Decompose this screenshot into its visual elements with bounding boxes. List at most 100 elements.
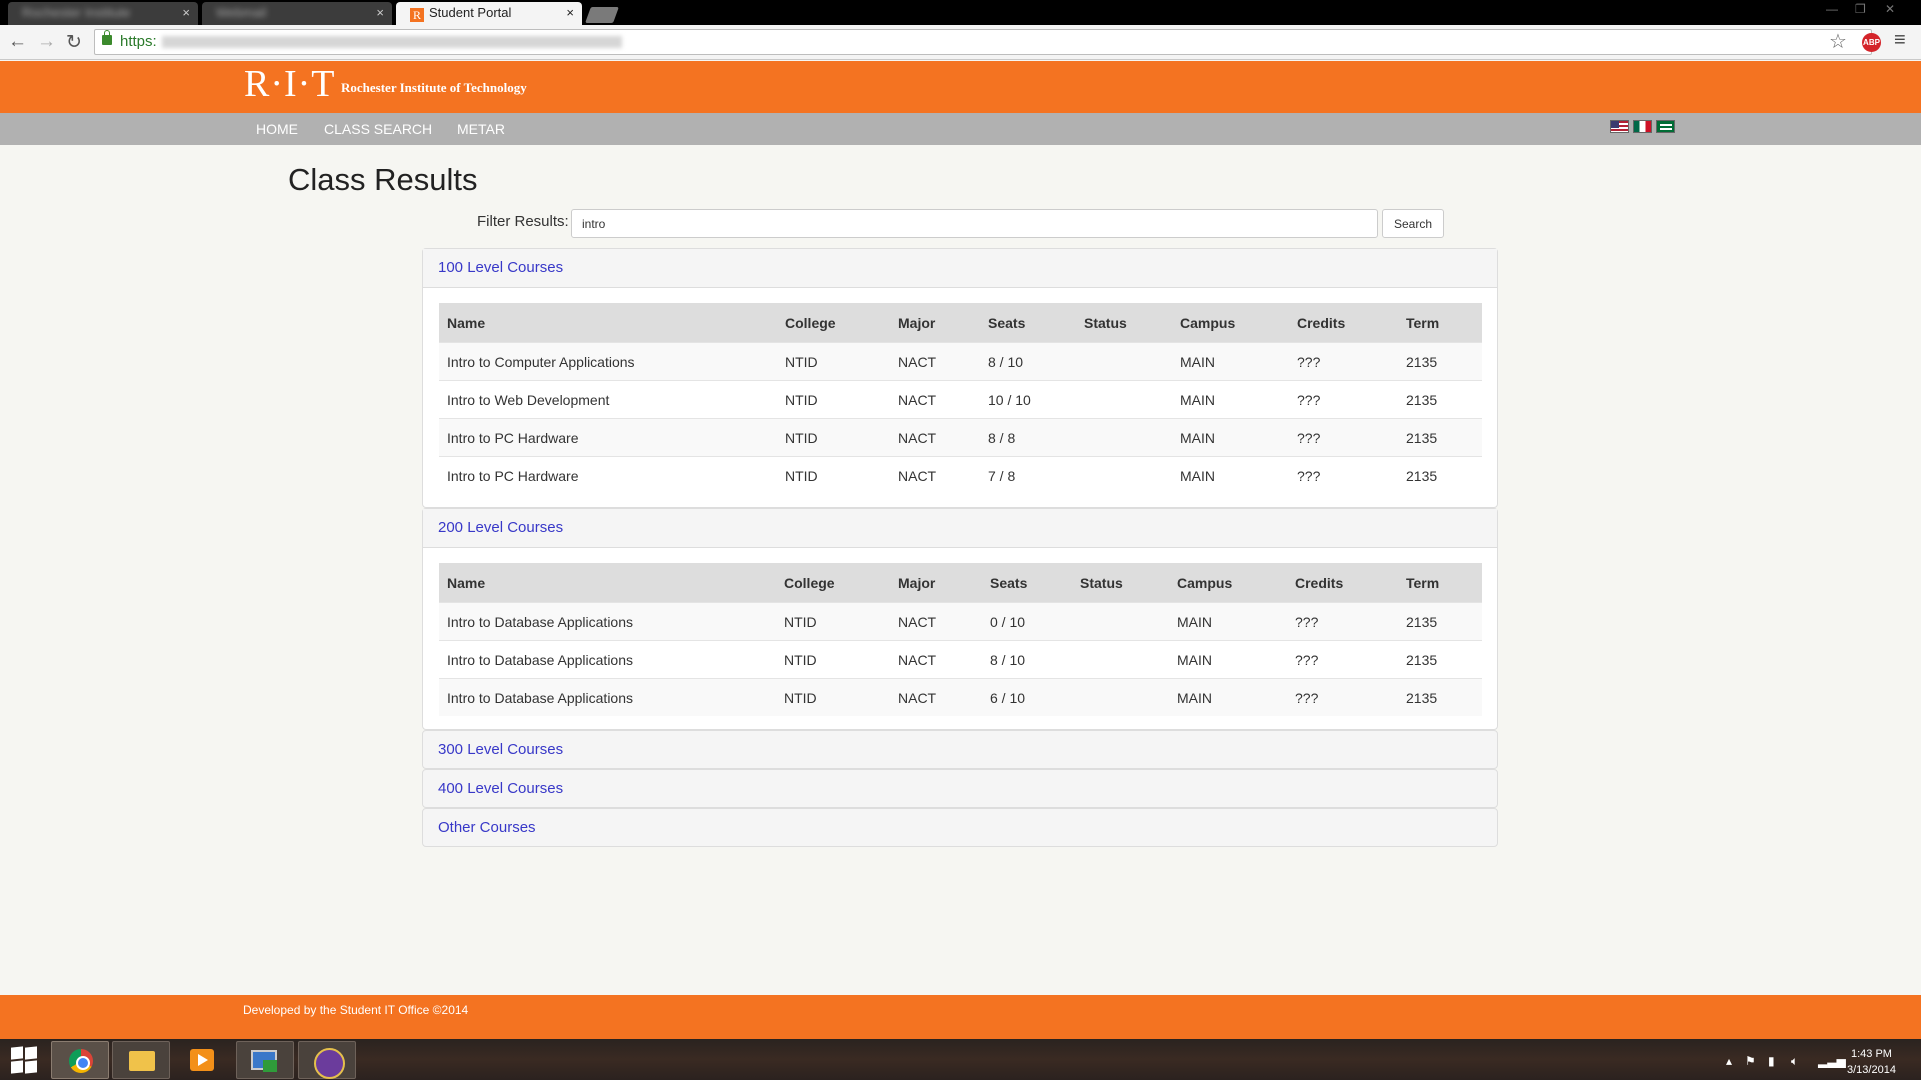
cell-term: 2135 xyxy=(1398,602,1482,641)
col-campus[interactable]: Campus xyxy=(1172,303,1289,343)
cell-college: NTID xyxy=(776,678,890,716)
search-button[interactable]: Search xyxy=(1382,209,1444,238)
section-other-courses-link[interactable]: Other Courses xyxy=(438,819,536,836)
browser-tab-student-portal[interactable]: R Student Portal × xyxy=(396,2,582,25)
cell-status xyxy=(1072,678,1169,716)
us-flag-icon[interactable] xyxy=(1610,120,1629,133)
saudi-flag-icon[interactable] xyxy=(1656,120,1675,133)
section-other-courses[interactable]: Other Courses xyxy=(422,808,1498,847)
cell-campus: MAIN xyxy=(1169,602,1287,641)
close-icon[interactable]: × xyxy=(182,5,190,20)
filter-label: Filter Results: xyxy=(477,213,569,230)
table-row[interactable]: Intro to Database Applications NTID NACT 0 … xyxy=(439,602,1482,641)
tab-title: Rochester Institute xyxy=(22,5,131,20)
col-seats[interactable]: Seats xyxy=(980,303,1076,343)
cell-name: Intro to Computer Applications xyxy=(439,342,777,381)
section-400-level[interactable]: 400 Level Courses xyxy=(422,769,1498,808)
table-row[interactable]: Intro to Computer Applications NTID NACT 8 … xyxy=(439,342,1482,381)
menu-icon[interactable]: ≡ xyxy=(1894,29,1906,52)
cell-campus: MAIN xyxy=(1169,640,1287,679)
remote-desktop-icon[interactable] xyxy=(236,1041,294,1079)
network-icon[interactable]: ▂▃▅ xyxy=(1818,1054,1846,1068)
cell-name: Intro to PC Hardware xyxy=(439,418,777,457)
cell-credits: ??? xyxy=(1287,640,1398,679)
section-400-level-link[interactable]: 400 Level Courses xyxy=(438,780,563,797)
col-seats[interactable]: Seats xyxy=(982,563,1072,603)
cell-status xyxy=(1076,456,1172,494)
browser-tab-1[interactable]: Rochester Institute × xyxy=(8,2,198,25)
close-icon[interactable]: × xyxy=(566,5,574,20)
chrome-icon[interactable] xyxy=(51,1041,109,1079)
file-explorer-icon[interactable] xyxy=(112,1041,170,1079)
table-row[interactable]: Intro to Database Applications NTID NACT 8 … xyxy=(439,640,1482,679)
java-ee-icon[interactable] xyxy=(298,1041,356,1079)
new-tab-button[interactable] xyxy=(585,7,619,23)
nav-metar[interactable]: METAR xyxy=(457,121,505,137)
cell-term: 2135 xyxy=(1398,342,1482,381)
close-icon[interactable]: × xyxy=(376,5,384,20)
col-major[interactable]: Major xyxy=(890,563,982,603)
show-hidden-icon[interactable]: ▴ xyxy=(1726,1054,1732,1068)
lock-icon xyxy=(102,30,112,45)
url-redacted xyxy=(162,36,622,48)
col-status[interactable]: Status xyxy=(1076,303,1172,343)
section-100-level-link[interactable]: 100 Level Courses xyxy=(438,259,563,276)
col-credits[interactable]: Credits xyxy=(1289,303,1398,343)
section-200-level-link[interactable]: 200 Level Courses xyxy=(438,519,563,536)
restore-icon[interactable]: ❐ xyxy=(1855,2,1866,16)
courses-table-100: Name College Major Seats Status Campus C… xyxy=(439,303,1482,494)
cell-college: NTID xyxy=(777,342,890,381)
col-credits[interactable]: Credits xyxy=(1287,563,1398,603)
cell-name: Intro to Database Applications xyxy=(439,602,776,641)
table-row[interactable]: Intro to PC Hardware NTID NACT 7 / 8 MAIN???… xyxy=(439,456,1482,494)
table-row[interactable]: Intro to PC Hardware NTID NACT 8 / 8 MAIN???… xyxy=(439,418,1482,457)
cell-term: 2135 xyxy=(1398,380,1482,419)
table-row[interactable]: Intro to Web Development NTID NACT 10 / 10 M… xyxy=(439,380,1482,419)
minimize-icon[interactable]: — xyxy=(1826,2,1838,16)
table-row[interactable]: Intro to Database Applications NTID NACT 6 … xyxy=(439,678,1482,716)
section-300-level[interactable]: 300 Level Courses xyxy=(422,730,1498,769)
flag-icon[interactable]: ⚑ xyxy=(1745,1054,1756,1068)
cell-college: NTID xyxy=(777,380,890,419)
rit-logo[interactable]: R·I·T xyxy=(244,62,336,106)
section-100-level: 100 Level Courses Name College Major Sea… xyxy=(422,248,1498,508)
col-status[interactable]: Status xyxy=(1072,563,1169,603)
cell-name: Intro to Database Applications xyxy=(439,678,776,716)
nav-class-search[interactable]: CLASS SEARCH xyxy=(324,121,432,137)
nav-home[interactable]: HOME xyxy=(256,121,298,137)
cell-credits: ??? xyxy=(1289,456,1398,494)
cell-term: 2135 xyxy=(1398,678,1482,716)
cell-status xyxy=(1072,640,1169,679)
mexico-flag-icon[interactable] xyxy=(1633,120,1652,133)
volume-icon[interactable]: 🔈︎ xyxy=(1791,1054,1798,1069)
cell-college: NTID xyxy=(777,456,890,494)
col-name[interactable]: Name xyxy=(439,303,777,343)
window-close-icon[interactable]: ✕ xyxy=(1885,2,1895,16)
col-name[interactable]: Name xyxy=(439,563,776,603)
col-major[interactable]: Major xyxy=(890,303,980,343)
forward-icon[interactable]: → xyxy=(37,31,56,53)
power-icon[interactable]: ▮ xyxy=(1768,1054,1775,1068)
col-term[interactable]: Term xyxy=(1398,303,1482,343)
section-300-level-link[interactable]: 300 Level Courses xyxy=(438,741,563,758)
page-title: Class Results xyxy=(288,162,478,197)
col-college[interactable]: College xyxy=(776,563,890,603)
courses-table-200: Name College Major Seats Status Campus C… xyxy=(439,563,1482,716)
star-icon[interactable]: ☆ xyxy=(1829,29,1847,54)
filter-input[interactable] xyxy=(571,209,1378,238)
reload-icon[interactable]: ↻ xyxy=(66,31,82,54)
browser-tab-2[interactable]: Webmail × xyxy=(202,2,392,25)
windows-start-icon[interactable] xyxy=(11,1046,37,1074)
taskbar-clock[interactable]: 1:43 PM 3/13/2014 xyxy=(1847,1046,1896,1078)
col-term[interactable]: Term xyxy=(1398,563,1482,603)
tab-title: Student Portal xyxy=(429,5,512,20)
media-player-icon[interactable] xyxy=(174,1041,232,1079)
col-college[interactable]: College xyxy=(777,303,890,343)
cell-term: 2135 xyxy=(1398,456,1482,494)
cell-status xyxy=(1076,342,1172,381)
col-campus[interactable]: Campus xyxy=(1169,563,1287,603)
table-header-row: Name College Major Seats Status Campus C… xyxy=(439,303,1482,343)
cell-term: 2135 xyxy=(1398,418,1482,457)
back-icon[interactable]: ← xyxy=(8,31,27,53)
adblock-icon[interactable]: ABP xyxy=(1862,33,1881,52)
